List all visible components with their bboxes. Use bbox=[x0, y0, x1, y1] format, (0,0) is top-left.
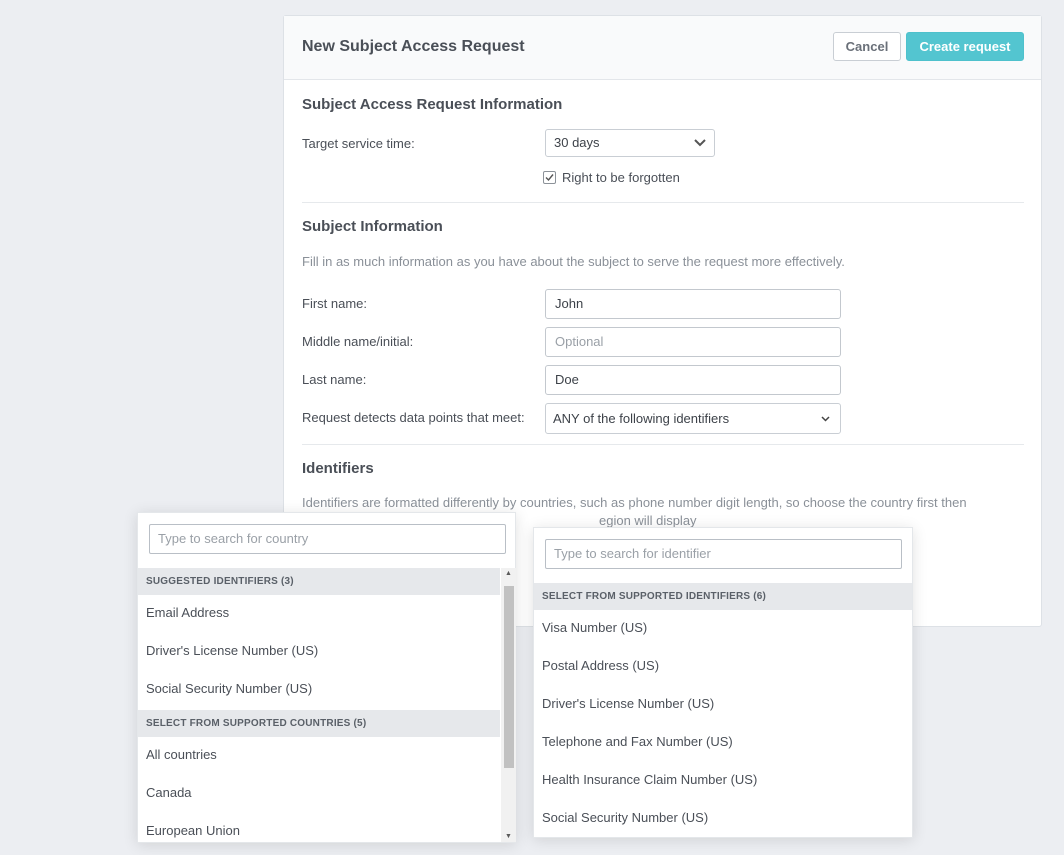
last-name-label: Last name: bbox=[302, 372, 367, 387]
list-item[interactable]: Email Address bbox=[146, 605, 229, 620]
page-title: New Subject Access Request bbox=[302, 38, 525, 55]
divider bbox=[302, 444, 1024, 445]
cancel-button[interactable]: Cancel bbox=[833, 32, 901, 61]
list-item[interactable]: Postal Address (US) bbox=[542, 658, 659, 673]
identifiers-title: Identifiers bbox=[302, 460, 374, 477]
detect-mode-select[interactable]: ANY of the following identifiers bbox=[545, 403, 841, 434]
country-search-input[interactable]: Type to search for country bbox=[149, 524, 506, 554]
identifier-dropdown: Type to search for identifier SELECT FRO… bbox=[533, 527, 913, 838]
target-service-select[interactable]: 30 days bbox=[545, 129, 715, 157]
list-item[interactable]: European Union bbox=[146, 823, 240, 838]
middle-name-label: Middle name/initial: bbox=[302, 334, 414, 349]
list-item[interactable]: Driver's License Number (US) bbox=[542, 696, 714, 711]
first-name-input[interactable]: John bbox=[545, 289, 841, 319]
sar-info-title: Subject Access Request Information bbox=[302, 96, 563, 113]
identifiers-hint-line1: Identifiers are formatted differently by… bbox=[302, 495, 967, 510]
list-item[interactable]: Driver's License Number (US) bbox=[146, 643, 318, 658]
target-service-value: 30 days bbox=[554, 135, 600, 150]
list-item[interactable]: Canada bbox=[146, 785, 192, 800]
identifiers-hint-line2: egion will display bbox=[599, 513, 697, 528]
panel-header: New Subject Access Request Cancel Create… bbox=[284, 16, 1041, 80]
list-item[interactable]: All countries bbox=[146, 747, 217, 762]
chevron-down-icon bbox=[821, 415, 830, 422]
country-dropdown: Type to search for country SUGGESTED IDE… bbox=[137, 512, 516, 843]
subject-info-hint: Fill in as much information as you have … bbox=[302, 254, 845, 269]
middle-name-input[interactable]: Optional bbox=[545, 327, 841, 357]
scroll-up-icon[interactable]: ▲ bbox=[505, 570, 512, 577]
first-name-label: First name: bbox=[302, 296, 368, 311]
detect-mode-value: ANY of the following identifiers bbox=[553, 411, 730, 426]
list-item[interactable]: Social Security Number (US) bbox=[146, 681, 312, 696]
scrollbar[interactable]: ▲ ▼ bbox=[501, 568, 516, 842]
scroll-thumb[interactable] bbox=[504, 586, 514, 768]
identifier-search-input[interactable]: Type to search for identifier bbox=[545, 539, 902, 569]
checkmark-icon bbox=[545, 174, 554, 182]
list-item[interactable]: Visa Number (US) bbox=[542, 620, 647, 635]
supported-identifiers-group: SELECT FROM SUPPORTED IDENTIFIERS (6) bbox=[534, 583, 912, 610]
supported-countries-group: SELECT FROM SUPPORTED COUNTRIES (5) bbox=[138, 710, 500, 737]
list-item[interactable]: Health Insurance Claim Number (US) bbox=[542, 772, 757, 787]
subject-info-title: Subject Information bbox=[302, 218, 443, 235]
list-item[interactable]: Social Security Number (US) bbox=[542, 810, 708, 825]
list-item[interactable]: Telephone and Fax Number (US) bbox=[542, 734, 733, 749]
right-to-be-forgotten-checkbox[interactable] bbox=[543, 171, 556, 184]
create-request-button[interactable]: Create request bbox=[906, 32, 1024, 61]
detect-label: Request detects data points that meet: bbox=[302, 410, 525, 425]
chevron-down-icon bbox=[694, 139, 706, 147]
scroll-down-icon[interactable]: ▼ bbox=[505, 833, 512, 840]
divider bbox=[302, 202, 1024, 203]
suggested-identifiers-group: SUGGESTED IDENTIFIERS (3) bbox=[138, 568, 500, 595]
last-name-input[interactable]: Doe bbox=[545, 365, 841, 395]
target-service-label: Target service time: bbox=[302, 136, 415, 151]
right-to-be-forgotten-label: Right to be forgotten bbox=[562, 170, 680, 185]
